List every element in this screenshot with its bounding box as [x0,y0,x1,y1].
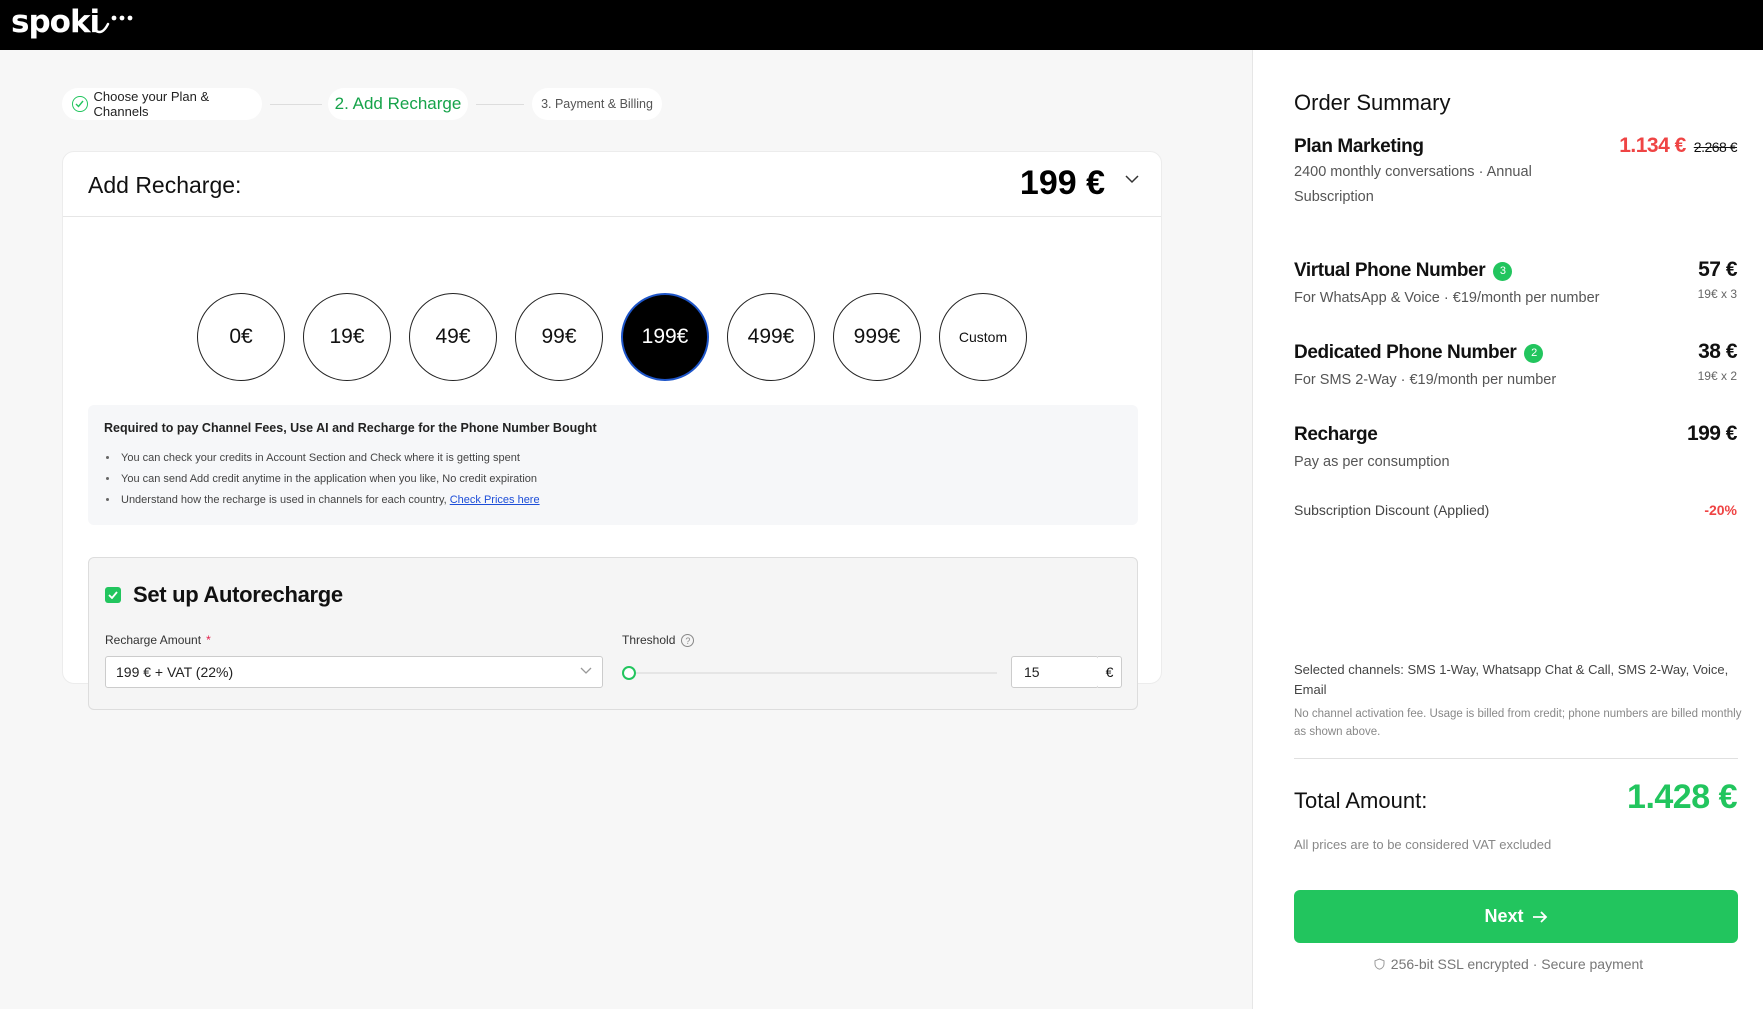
ssl-note: 256-bit SSL encrypted · Secure payment [1253,956,1763,972]
plan-price-group: 1.134 € 2.268 € [1619,134,1737,158]
amount-option-199[interactable]: 199€ [621,293,709,381]
next-button-label: Next [1484,906,1524,926]
info-list: You can check your credits in Account Se… [104,447,540,510]
step-connector [476,104,524,105]
recharge-amount-label-text: Recharge Amount [105,633,202,647]
amount-option-499[interactable]: 499€ [727,293,815,381]
step-choose-plan[interactable]: Choose your Plan & Channels [62,88,262,120]
info-list-item: You can send Add credit anytime in the a… [104,468,540,489]
shield-icon [1374,958,1385,970]
virtual-number-count-badge: 3 [1493,261,1513,281]
help-icon[interactable]: ? [681,634,695,648]
check-prices-link[interactable]: Check Prices here [450,494,540,506]
chevron-down-icon[interactable] [1125,174,1139,184]
selected-channels: Selected channels: SMS 1-Way, Whatsapp C… [1294,662,1729,697]
recharge-card-header[interactable]: Add Recharge: 199 € [63,152,1161,217]
order-summary-panel: Order Summary Plan Marketing 1.134 € 2.26… [1252,50,1763,1009]
amount-option-19[interactable]: 19€ [303,293,391,381]
step-connector [270,104,322,105]
dedicated-number-unit: 19€ x 2 [1697,369,1737,383]
autorecharge-checkbox[interactable] [105,587,121,603]
discount-value: -20% [1704,502,1737,518]
info-box: Required to pay Channel Fees, Use AI and… [88,405,1138,525]
total-label: Total Amount: [1294,788,1428,813]
amount-option-999[interactable]: 999€ [833,293,921,381]
recharge-item-description: Pay as per consumption [1294,454,1450,470]
amount-option-0[interactable]: 0€ [197,293,285,381]
recharge-selected-amount: 199 € [1019,164,1105,202]
info-item-text: You can send Add credit anytime in the a… [121,472,538,485]
virtual-number-label: Virtual Phone Number [1294,260,1486,281]
info-list-item: You can check your credits in Account Se… [104,447,540,468]
dedicated-number-count-badge: 2 [1524,343,1544,363]
threshold-label: Threshold? [622,633,695,648]
threshold-label-text: Threshold [622,633,676,647]
virtual-number-price: 57 € [1698,258,1737,281]
arrow-right-icon [1532,910,1547,923]
recharge-card: Add Recharge: 199 € 0€ 19€ 49€ 99€ 199€ … [62,151,1162,710]
threshold-slider-track[interactable] [629,672,997,674]
autorecharge-box: Set up Autorecharge Recharge Amount * 199… [88,557,1138,710]
channels-note: No channel activation fee. Usage is bill… [1294,708,1742,738]
summary-divider [1294,758,1738,759]
threshold-input[interactable]: 15 [1011,656,1099,688]
next-button[interactable]: Next [1294,890,1738,943]
dedicated-number-price: 38 € [1698,340,1737,363]
top-bar: spoki [0,0,1763,50]
vat-note: All prices are to be considered VAT excl… [1294,837,1552,852]
plan-price: 1.134 € [1619,134,1686,157]
check-circle-icon [72,96,88,112]
step-add-recharge[interactable]: 2. Add Recharge [328,88,468,120]
amount-option-custom[interactable]: Custom [939,293,1027,381]
chevron-down-icon [580,667,592,674]
plan-desc-line: Subscription [1294,189,1374,205]
step1-label: Choose your Plan & Channels [93,89,210,119]
brand-logo[interactable]: spoki [11,4,100,40]
virtual-number-description: For WhatsApp & Voice · €19/month per num… [1294,290,1600,306]
amount-option-49[interactable]: 49€ [409,293,497,381]
amount-option-99[interactable]: 99€ [515,293,603,381]
order-summary-title: Order Summary [1294,90,1451,115]
bullet-icon [106,498,109,501]
info-item-text: Understand how the recharge is used in c… [121,493,447,506]
dedicated-number-description: For SMS 2-Way · €19/month per number [1294,372,1557,388]
info-item-text: You can check your credits in Account Se… [121,451,520,464]
info-title: Required to pay Channel Fees, Use AI and… [104,421,597,435]
recharge-item-price: 199 € [1686,422,1738,445]
virtual-number-unit: 19€ x 3 [1697,287,1737,301]
main-area: Choose your Plan & Channels 2. Add Recha… [0,50,1252,1009]
step-payment-billing[interactable]: 3. Payment & Billing [532,88,662,120]
recharge-title: Add Recharge: [88,172,242,198]
dedicated-number-name: Dedicated Phone Number 2 [1294,342,1544,364]
plan-name: Plan Marketing [1294,136,1424,157]
ssl-text: 256-bit SSL encrypted · Secure payment [1390,956,1644,972]
bullet-icon [106,477,109,480]
plan-description: 2400 monthly conversations · Annual Subs… [1294,160,1532,210]
currency-suffix: € [1098,656,1122,688]
dedicated-number-label: Dedicated Phone Number [1294,342,1517,363]
recharge-item-name: Recharge [1294,424,1378,445]
total-value: 1.428 € [1627,778,1737,816]
recharge-amount-select[interactable]: 199 € + VAT (22%) [105,656,603,688]
recharge-amount-label: Recharge Amount * [105,633,211,647]
plan-desc-line: 2400 monthly conversations · Annual [1294,164,1532,180]
logo-mark-icon [93,15,133,34]
virtual-number-name: Virtual Phone Number 3 [1294,260,1513,282]
info-list-item: Understand how the recharge is used in c… [104,489,540,510]
discount-label: Subscription Discount (Applied) [1294,502,1490,518]
autorecharge-title: Set up Autorecharge [133,582,343,607]
required-mark: * [206,633,211,647]
bullet-icon [106,456,109,459]
recharge-amount-value: 199 € + VAT (22%) [116,664,234,680]
threshold-slider-handle[interactable] [622,666,636,680]
plan-old-price: 2.268 € [1693,139,1738,155]
